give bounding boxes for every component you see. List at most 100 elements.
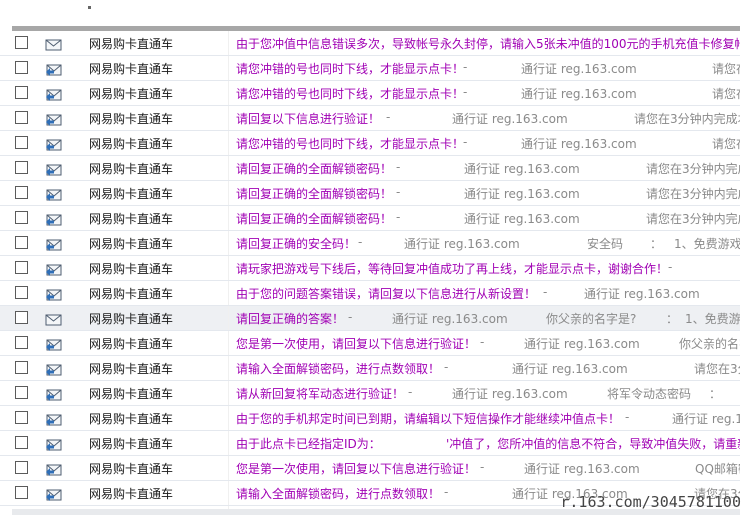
- column-divider: [228, 331, 229, 355]
- subject-link[interactable]: 请回复正确的全面解锁密码！: [236, 160, 392, 177]
- column-divider: [228, 56, 229, 80]
- subject-link[interactable]: 请回复正确的全面解锁密码！: [236, 185, 392, 202]
- subject-link[interactable]: 请回复正确的全面解锁密码！: [236, 210, 392, 227]
- select-checkbox[interactable]: [15, 361, 28, 374]
- watermark: r.163.com/3045781100: [560, 493, 741, 511]
- sender-name[interactable]: 网易购卡直通车: [89, 435, 173, 452]
- select-checkbox[interactable]: [15, 36, 28, 49]
- sender-name[interactable]: 网易购卡直通车: [89, 35, 173, 52]
- message-row[interactable]: 网易购卡直通车 由于您的手机邦定时间已到期，请编辑以下短信操作才能继续冲值点卡！ -…: [0, 406, 740, 431]
- message-row[interactable]: 网易购卡直通车 请回复正确的答案！ - 通行证 reg.163.com 你父亲的名字是?…: [0, 306, 740, 331]
- message-row[interactable]: 网易购卡直通车 请回复正确的安全码！ - 通行证 reg.163.com 安全码 ： 1、免…: [0, 231, 740, 256]
- column-divider: [228, 156, 229, 180]
- message-row[interactable]: 网易购卡直通车 请玩家把游戏号下线后，等待回复冲值成功了再上线，才能显示点卡，谢谢…: [0, 256, 740, 281]
- sender-name[interactable]: 网易购卡直通车: [89, 85, 173, 102]
- sender-name[interactable]: 网易购卡直通车: [89, 235, 173, 252]
- preview-snippet: 请您在3分钟内完成: [646, 187, 740, 201]
- message-row[interactable]: 网易购卡直通车 您是第一次使用，请回复以下信息进行验证！ - 通行证 reg.163.…: [0, 331, 740, 356]
- preview-snippet: 你父亲的名字是?: [546, 312, 637, 326]
- message-row[interactable]: 网易购卡直通车 由于此点卡已经指定ID为： '冲值了，您所冲值的信息不符合，导致冲值…: [0, 431, 740, 456]
- message-row[interactable]: 网易购卡直通车 请您冲错的号也同时下线，才能显示点卡！ - 通行证 reg.163.c…: [0, 131, 740, 156]
- mail-reply-icon: [45, 461, 62, 476]
- select-checkbox[interactable]: [15, 86, 28, 99]
- select-checkbox[interactable]: [15, 61, 28, 74]
- subject-link[interactable]: 请回复正确的安全码！: [236, 235, 356, 252]
- select-checkbox[interactable]: [15, 111, 28, 124]
- sender-name[interactable]: 网易购卡直通车: [89, 335, 173, 352]
- message-row[interactable]: 网易购卡直通车 请您冲错的号也同时下线，才能显示点卡！ - 通行证 reg.163.c…: [0, 56, 740, 81]
- preview-snippet: -: [668, 260, 673, 274]
- sender-name[interactable]: 网易购卡直通车: [89, 385, 173, 402]
- column-divider: [228, 406, 229, 430]
- message-row[interactable]: 网易购卡直通车 您是第一次使用，请回复以下信息进行验证！ - 通行证 reg.163.…: [0, 456, 740, 481]
- subject-link[interactable]: 请输入全面解锁密码，进行点数领取！: [236, 485, 440, 502]
- select-checkbox[interactable]: [15, 236, 28, 249]
- select-checkbox[interactable]: [15, 161, 28, 174]
- subject-link[interactable]: 由于您的手机邦定时间已到期，请编辑以下短信操作才能继续冲值点卡！: [236, 410, 620, 427]
- preview-snippet: -: [480, 335, 485, 349]
- select-checkbox[interactable]: [15, 336, 28, 349]
- subject-link[interactable]: 请从新回复将军动态进行验证！: [236, 385, 404, 402]
- preview-snippet: 通行证 reg.163.com: [452, 387, 568, 401]
- message-row[interactable]: 网易购卡直通车 请回复正确的全面解锁密码！ - 通行证 reg.163.com 请您在3…: [0, 206, 740, 231]
- sender-name[interactable]: 网易购卡直通车: [89, 135, 173, 152]
- sender-name[interactable]: 网易购卡直通车: [89, 460, 173, 477]
- message-row[interactable]: 网易购卡直通车 请回复正确的全面解锁密码！ - 通行证 reg.163.com 请您在3…: [0, 156, 740, 181]
- subject-link[interactable]: 请回复以下信息进行验证！: [236, 110, 380, 127]
- message-row[interactable]: 网易购卡直通车 请您冲错的号也同时下线，才能显示点卡！ - 通行证 reg.163.c…: [0, 81, 740, 106]
- sender-name[interactable]: 网易购卡直通车: [89, 210, 173, 227]
- select-checkbox[interactable]: [15, 286, 28, 299]
- select-checkbox[interactable]: [15, 436, 28, 449]
- sender-name[interactable]: 网易购卡直通车: [89, 185, 173, 202]
- subject-link[interactable]: 请输入全面解锁密码，进行点数领取！: [236, 360, 440, 377]
- message-row[interactable]: 网易购卡直通车 请回复正确的全面解锁密码！ - 通行证 reg.163.com 请您在3…: [0, 181, 740, 206]
- sender-name[interactable]: 网易购卡直通车: [89, 310, 173, 327]
- preview-snippet: -: [396, 185, 401, 199]
- message-row[interactable]: 网易购卡直通车 请输入全面解锁密码，进行点数领取！ - 通行证 reg.163.com…: [0, 356, 740, 381]
- sender-name[interactable]: 网易购卡直通车: [89, 360, 173, 377]
- message-row[interactable]: 网易购卡直通车 请回复以下信息进行验证！ - 通行证 reg.163.com 请您在3分…: [0, 106, 740, 131]
- message-row[interactable]: 网易购卡直通车 由于您冲值中信息错误多次，导致帐号永久封停，请输入5张未冲值的10…: [0, 31, 740, 56]
- subject-link[interactable]: 请您冲错的号也同时下线，才能显示点卡！: [236, 60, 464, 77]
- subject-link[interactable]: 您是第一次使用，请回复以下信息进行验证！: [236, 460, 476, 477]
- subject-link[interactable]: 请玩家把游戏号下线后，等待回复冲值成功了再上线，才能显示点卡，谢谢合作！: [236, 260, 668, 277]
- preview-snippet: -: [463, 135, 468, 149]
- select-checkbox[interactable]: [15, 411, 28, 424]
- sender-name[interactable]: 网易购卡直通车: [89, 260, 173, 277]
- mail-reply-icon: [45, 436, 62, 451]
- subject-link[interactable]: 由于此点卡已经指定ID为：: [236, 435, 381, 452]
- subject-link[interactable]: 请回复正确的答案！: [236, 310, 344, 327]
- preview-snippet: -: [396, 160, 401, 174]
- select-checkbox[interactable]: [15, 261, 28, 274]
- select-checkbox[interactable]: [15, 486, 28, 499]
- column-divider: [228, 356, 229, 380]
- subject-link[interactable]: 请您冲错的号也同时下线，才能显示点卡！: [236, 135, 464, 152]
- select-checkbox[interactable]: [15, 461, 28, 474]
- message-row[interactable]: 网易购卡直通车 请从新回复将军动态进行验证！ - 通行证 reg.163.com 将军令…: [0, 381, 740, 406]
- select-checkbox[interactable]: [15, 136, 28, 149]
- mail-reply-icon: [45, 286, 62, 301]
- select-checkbox[interactable]: [15, 386, 28, 399]
- sender-name[interactable]: 网易购卡直通车: [89, 285, 173, 302]
- select-checkbox[interactable]: [15, 211, 28, 224]
- column-divider: [228, 481, 229, 505]
- preview-snippet: 通行证 reg.163.com: [584, 287, 700, 301]
- sender-name[interactable]: 网易购卡直通车: [89, 110, 173, 127]
- sender-name[interactable]: 网易购卡直通车: [89, 485, 173, 502]
- message-list: 网易购卡直通车 由于您冲值中信息错误多次，导致帐号永久封停，请输入5张未冲值的10…: [0, 31, 740, 515]
- subject-link[interactable]: 由于您的问题答案错误，请回复以下信息进行从新设置！: [236, 285, 536, 302]
- mail-reply-icon: [45, 336, 62, 351]
- preview-snippet: -: [386, 110, 391, 124]
- select-checkbox[interactable]: [15, 311, 28, 324]
- mail-reply-icon: [45, 186, 62, 201]
- subject-link[interactable]: 由于您冲值中信息错误多次，导致帐号永久封停，请输入5张未冲值的100元的手机充值…: [236, 35, 740, 52]
- vertical-scrollbar[interactable]: [740, 26, 753, 515]
- select-checkbox[interactable]: [15, 186, 28, 199]
- message-row[interactable]: 网易购卡直通车 由于您的问题答案错误，请回复以下信息进行从新设置！ - 通行证 reg…: [0, 281, 740, 306]
- subject-link[interactable]: 请您冲错的号也同时下线，才能显示点卡！: [236, 85, 464, 102]
- sender-name[interactable]: 网易购卡直通车: [89, 410, 173, 427]
- sender-name[interactable]: 网易购卡直通车: [89, 160, 173, 177]
- subject-link[interactable]: 您是第一次使用，请回复以下信息进行验证！: [236, 335, 476, 352]
- sender-name[interactable]: 网易购卡直通车: [89, 60, 173, 77]
- preview-snippet: 请您在: [712, 62, 740, 76]
